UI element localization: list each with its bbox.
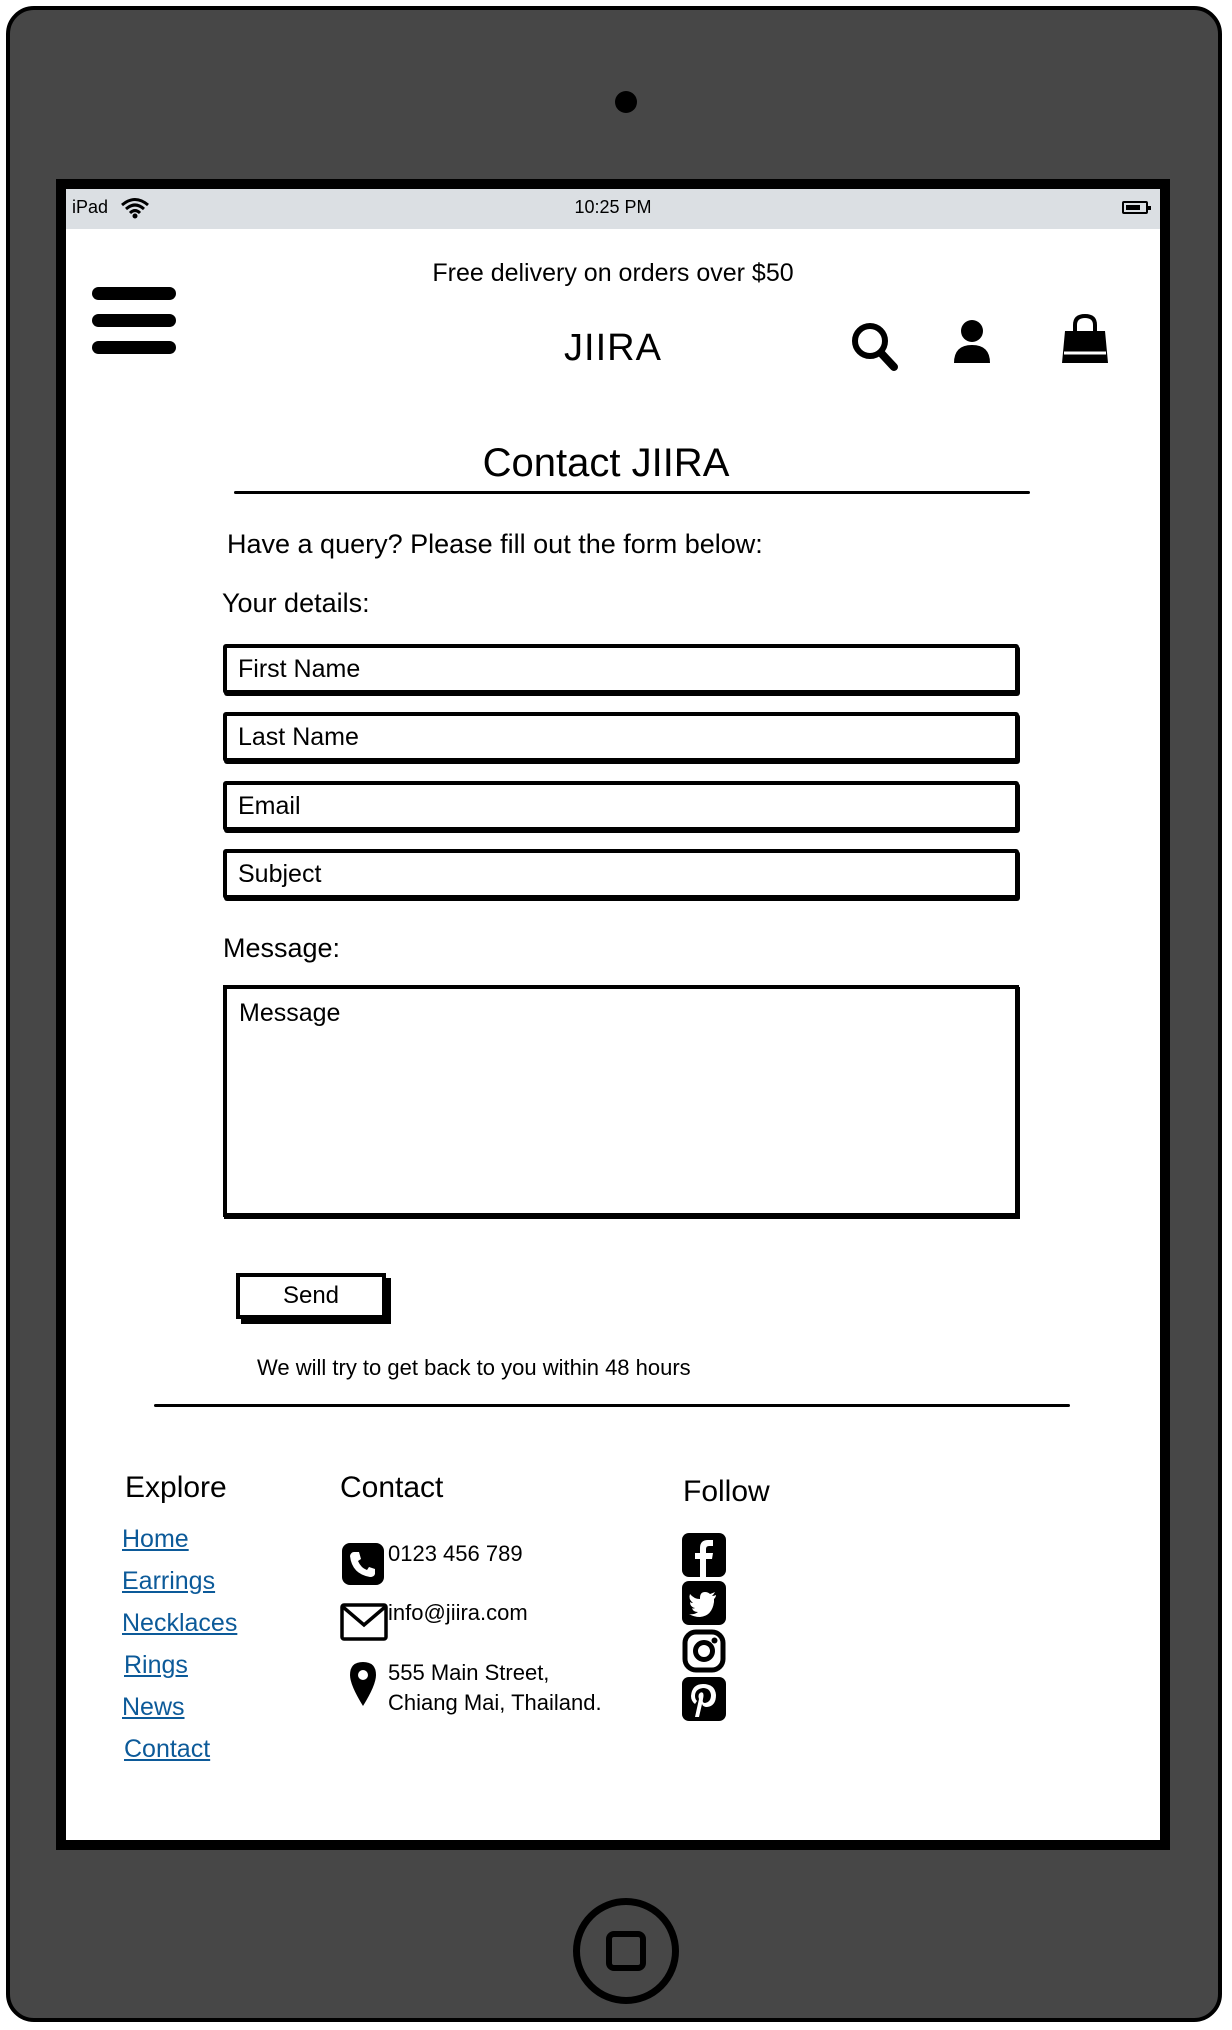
instagram-icon[interactable]	[682, 1629, 726, 1673]
phone-icon	[342, 1543, 384, 1585]
footer-link-home[interactable]: Home	[122, 1525, 189, 1554]
home-button-square-icon	[606, 1931, 646, 1971]
footer-divider	[154, 1404, 1070, 1407]
details-label: Your details:	[222, 588, 370, 618]
subject-field[interactable]	[223, 849, 1019, 899]
form-intro: Have a query? Please fill out the form b…	[227, 529, 763, 559]
message-field[interactable]	[223, 985, 1019, 1217]
footer-link-earrings[interactable]: Earrings	[122, 1567, 215, 1596]
footer-explore-title: Explore	[125, 1471, 227, 1504]
status-bar: iPad 10:25 PM	[66, 189, 1160, 229]
title-divider	[234, 491, 1030, 494]
footer-phone[interactable]: 0123 456 789	[388, 1539, 523, 1569]
footer-address-line2: Chiang Mai, Thailand.	[388, 1690, 602, 1715]
email-field[interactable]	[223, 781, 1019, 831]
footer-follow-title: Follow	[683, 1475, 770, 1508]
footer-link-contact[interactable]: Contact	[124, 1735, 210, 1764]
send-button[interactable]: Send	[236, 1273, 386, 1319]
status-time: 10:25 PM	[574, 197, 652, 217]
battery-icon	[1122, 201, 1151, 214]
user-icon[interactable]	[952, 319, 992, 365]
location-pin-icon	[350, 1662, 376, 1706]
home-button[interactable]	[573, 1898, 679, 2004]
search-icon[interactable]	[850, 321, 898, 371]
page-title: Contact JIIRA	[482, 441, 730, 485]
screen: iPad 10:25 PM Free delivery on orders ov…	[56, 179, 1170, 1850]
reply-note: We will try to get back to you within 48…	[257, 1355, 691, 1380]
footer-link-necklaces[interactable]: Necklaces	[122, 1609, 237, 1638]
footer-address-line1: 555 Main Street,	[388, 1660, 550, 1685]
email-icon	[340, 1603, 388, 1641]
footer-contact-title: Contact	[340, 1471, 444, 1504]
camera-dot	[615, 91, 637, 113]
pinterest-icon[interactable]	[682, 1677, 726, 1721]
facebook-icon[interactable]	[682, 1533, 726, 1577]
footer-link-rings[interactable]: Rings	[124, 1651, 188, 1680]
first-name-field[interactable]	[223, 644, 1019, 694]
twitter-icon[interactable]	[682, 1581, 726, 1625]
promo-banner: Free delivery on orders over $50	[432, 259, 794, 287]
message-label: Message:	[223, 933, 341, 963]
last-name-field[interactable]	[223, 712, 1019, 762]
footer-email[interactable]: info@jiira.com	[388, 1598, 528, 1628]
site-logo[interactable]: JIIRA	[66, 327, 1160, 370]
footer-link-news[interactable]: News	[122, 1693, 185, 1722]
shopping-bag-icon[interactable]	[1060, 313, 1110, 365]
